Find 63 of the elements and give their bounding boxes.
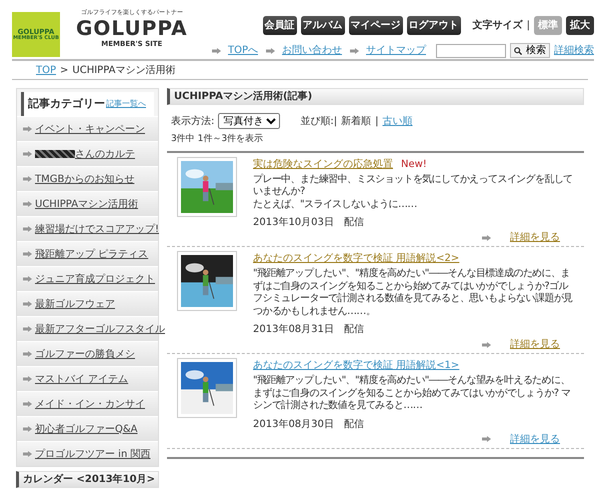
arrow-icon: [23, 301, 32, 307]
article-date: 2013年08月31日 配信: [253, 323, 365, 337]
article-excerpt: "飛距離アップしたい"、"精度を高めたい"――そんな目標達成のために、まずはご自身のスイングを知ることから始めてみてはいかがでしょうか?ゴルフシミュレーターで計測される数値を見てみると、思いもよらない課題が見つかるかもしれません……。: [253, 268, 574, 318]
search-field[interactable]: [436, 44, 506, 58]
arrow-icon: [23, 276, 32, 282]
article-date: 2013年08月30日 配信: [253, 418, 365, 432]
arrow-icon: [23, 451, 32, 457]
category-link[interactable]: 最新アフターゴルフスタイル: [35, 322, 165, 336]
header-link[interactable]: サイトマップ: [366, 43, 426, 58]
arrow-icon: [482, 342, 491, 348]
arrow-icon: [482, 436, 491, 442]
nav-button[interactable]: ログアウト: [406, 16, 461, 35]
arrow-icon: [23, 176, 32, 182]
result-count: 3件中 1件～3件を表示: [167, 133, 584, 152]
arrow-icon: [23, 401, 32, 407]
arrow-icon: [350, 48, 359, 54]
display-select[interactable]: 写真付き: [218, 113, 280, 129]
advanced-search-link[interactable]: 詳細検索: [554, 43, 594, 58]
nav-button[interactable]: 会員証: [262, 16, 297, 35]
font-size-button[interactable]: 拡大: [566, 16, 594, 35]
arrow-icon: [23, 426, 32, 432]
display-label: 表示方法:: [171, 114, 214, 128]
sort-option[interactable]: 新着順: [341, 114, 372, 128]
breadcrumb-separator: >: [60, 64, 68, 78]
all-articles-link[interactable]: 記事一覧へ: [106, 98, 146, 110]
details-link[interactable]: 詳細を見る: [510, 432, 560, 446]
font-size-label: 文字サイズ: [472, 18, 523, 33]
article-title-link[interactable]: あなたのスイングを数字で検証 用語解説<2>: [253, 251, 460, 266]
calendar-title: カレンダー <2013年10月>: [16, 471, 159, 488]
site-name: GOLUPPA: [76, 17, 188, 39]
new-label: New!: [401, 158, 427, 172]
article-excerpt: "飛距離アップしたい"、"精度を高めたい"――そんな望みを叶えるために、まずはご自身のスイングを知ることから始めてみてはいかがでしょうか? マシンで計測された数値を見てみると……: [253, 375, 572, 412]
sort-link[interactable]: 古い順: [382, 114, 412, 128]
arrow-icon: [23, 326, 32, 332]
arrow-icon: [23, 151, 32, 157]
search-button[interactable]: 検索: [510, 43, 550, 58]
font-size-separator: |: [526, 19, 530, 33]
sort-separator: |: [375, 114, 378, 128]
details-link[interactable]: 詳細を見る: [510, 230, 560, 245]
arrow-icon: [212, 48, 221, 54]
arrow-icon: [23, 376, 32, 382]
article-excerpt: プレー中、また練習中、ミスショットを気にしてかえってスイングを乱していませんか? たとえば、"スライスしないように……: [253, 174, 574, 211]
arrow-icon: [23, 226, 32, 232]
nav-button[interactable]: アルバム: [300, 16, 345, 35]
header-link[interactable]: お問い合わせ: [282, 43, 342, 58]
article-title-link[interactable]: あなたのスイングを数字で検証 用語解説<1>: [253, 358, 460, 373]
arrow-icon: [23, 351, 32, 357]
arrow-icon: [23, 201, 32, 207]
arrow-icon: [23, 251, 32, 257]
details-link[interactable]: 詳細を見る: [510, 337, 560, 352]
arrow-icon: [482, 234, 491, 240]
header-link[interactable]: TOPへ: [228, 43, 258, 58]
sort-label: 並び順:|: [300, 114, 338, 128]
article-title-link[interactable]: 実は危険なスイングの応急処置: [253, 156, 393, 172]
article-date: 2013年10月03日 配信: [253, 216, 365, 230]
search-icon: [514, 46, 522, 54]
arrow-icon: [266, 48, 275, 54]
breadcrumb-current: UCHIPPAマシン活用術: [72, 64, 176, 78]
section-title: UCHIPPAマシン活用術(記事): [167, 88, 584, 105]
arrow-icon: [23, 126, 32, 132]
breadcrumb-link[interactable]: TOP: [36, 62, 56, 78]
nav-button[interactable]: マイページ: [348, 16, 403, 35]
sidebar-title: 記事カテゴリー: [27, 96, 105, 112]
